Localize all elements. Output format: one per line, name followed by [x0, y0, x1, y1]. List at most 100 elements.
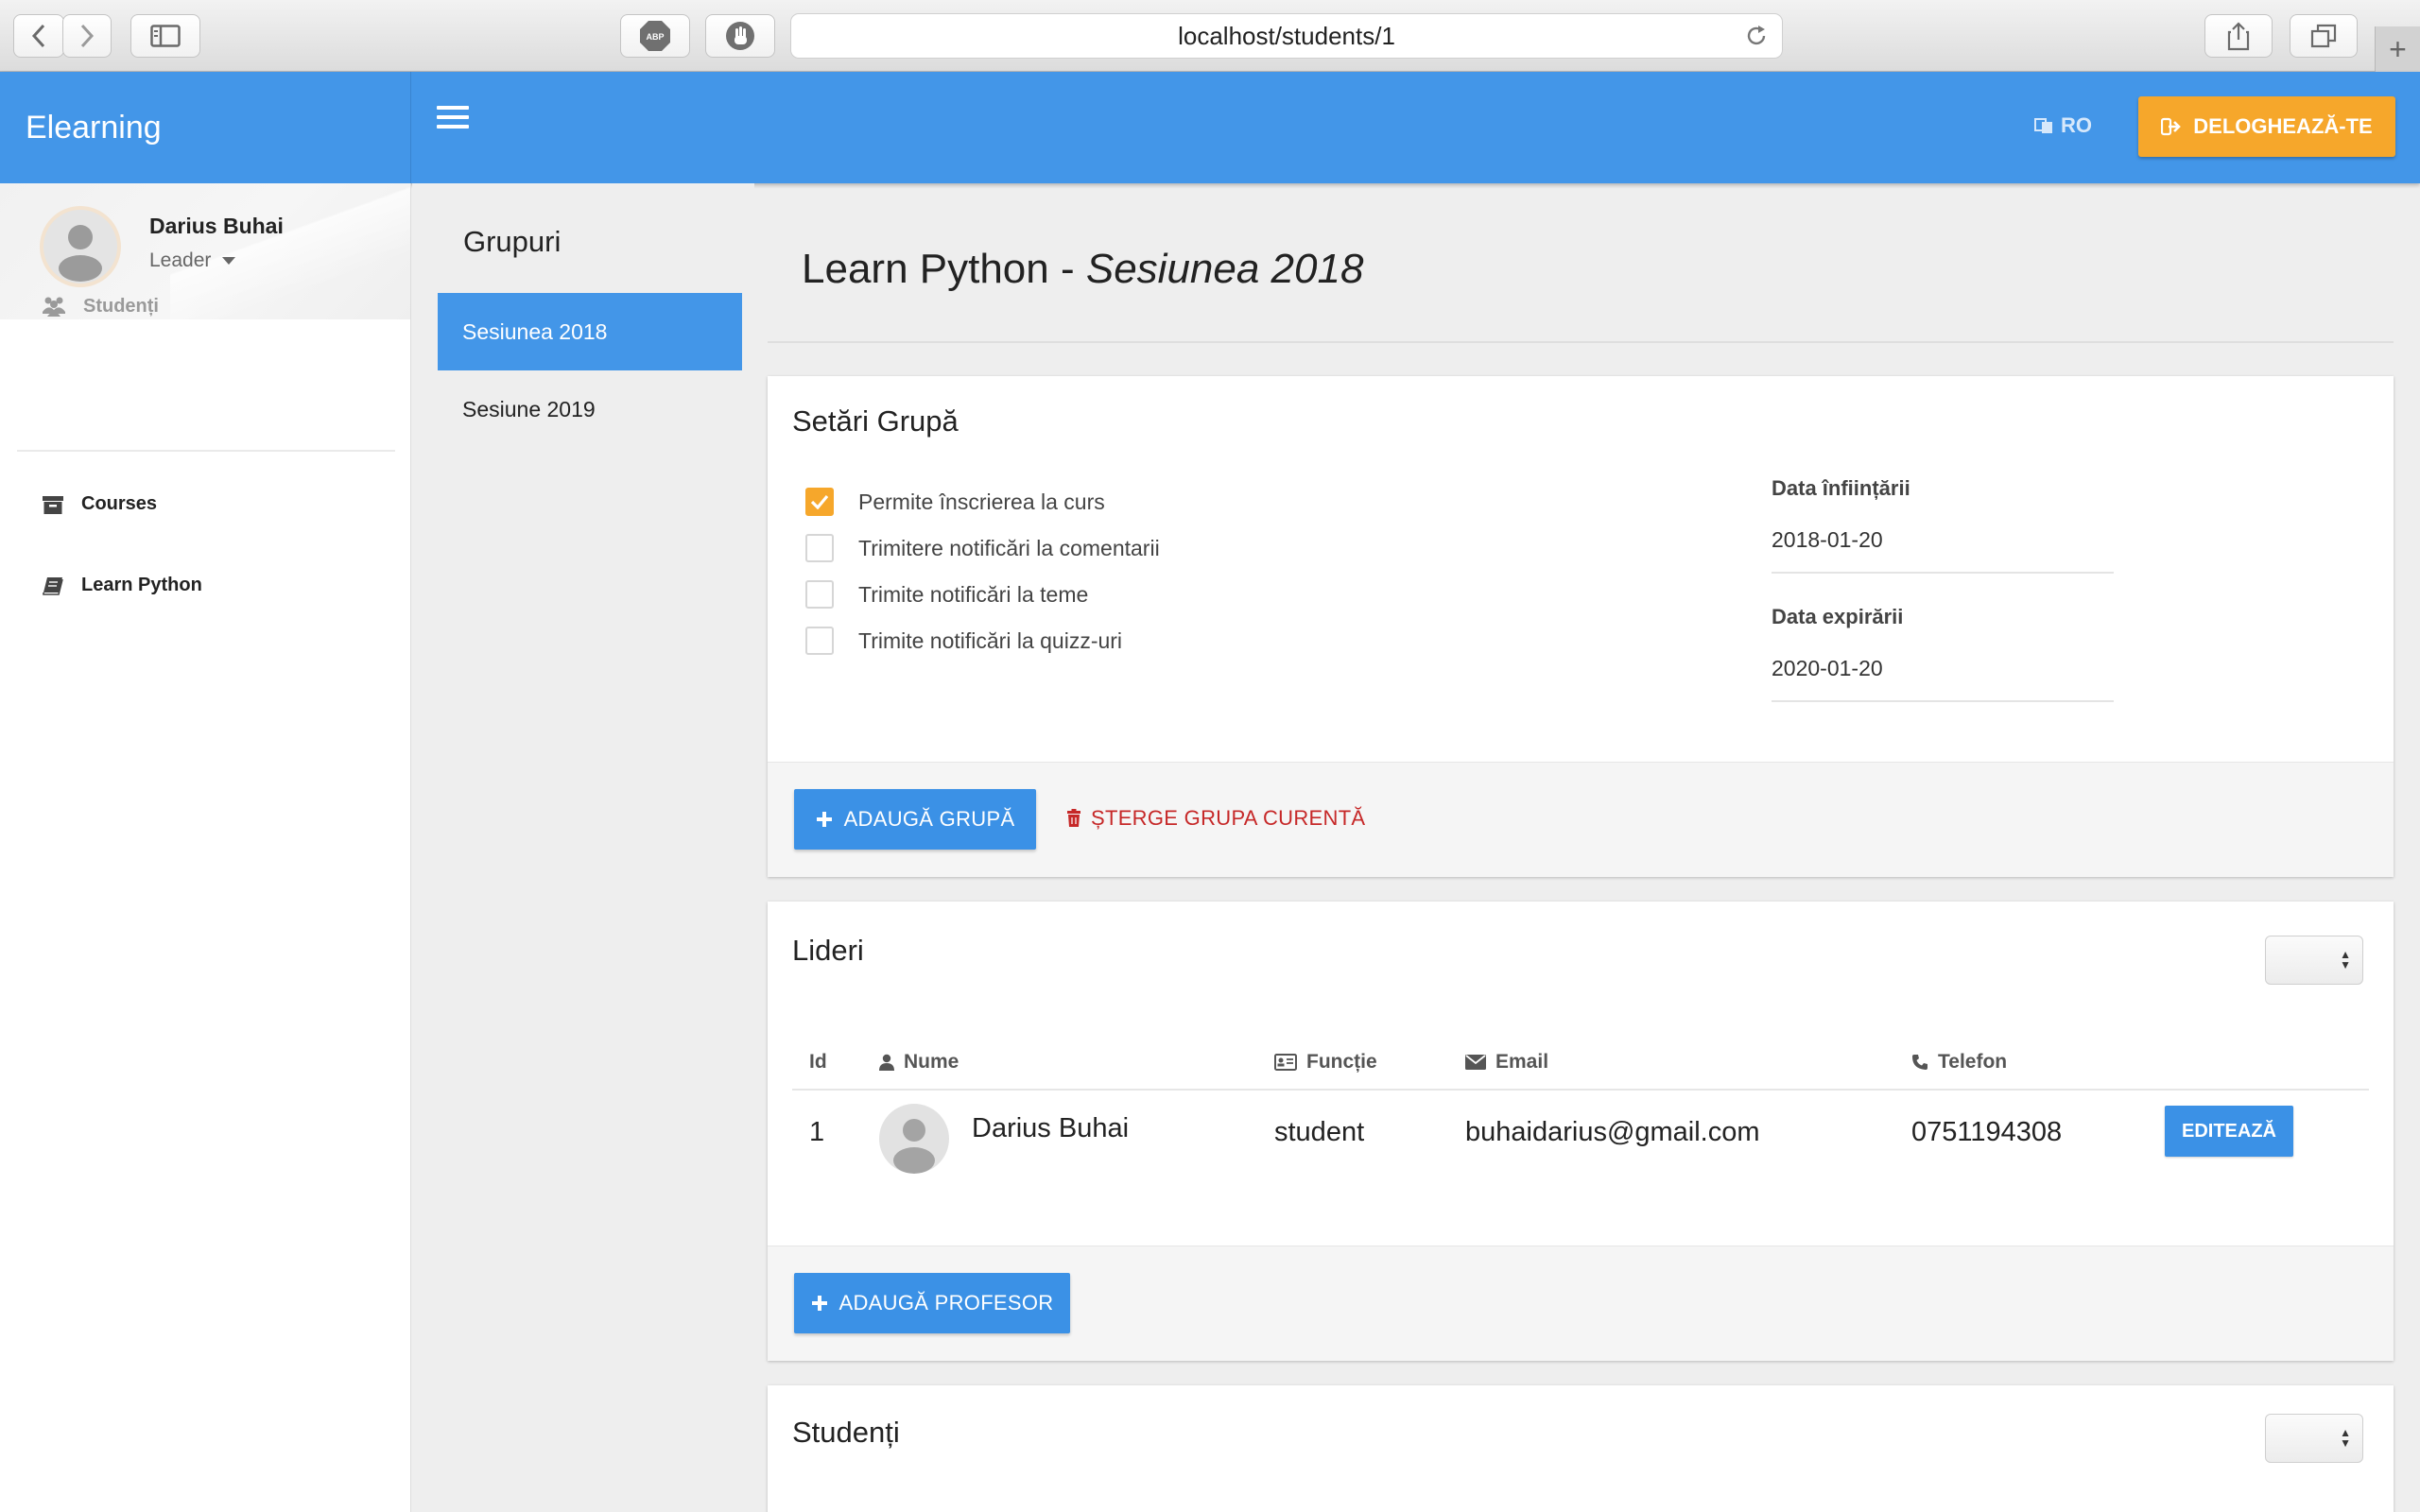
- leaders-select[interactable]: ▲ ▼: [2265, 936, 2363, 985]
- checkbox[interactable]: [805, 627, 834, 655]
- table-header-divider: [792, 1089, 2369, 1091]
- expiry-date-label: Data expirării: [1772, 605, 1904, 628]
- expiry-date-field[interactable]: 2020-01-20: [1772, 656, 2114, 702]
- column-label: Funcție: [1306, 1051, 1377, 1073]
- add-group-label: ADAUGĂ GRUPĂ: [843, 807, 1015, 831]
- column-label: Telefon: [1938, 1051, 2008, 1073]
- sidebar-item-label: Learn Python: [81, 575, 202, 595]
- user-silhouette-icon: [893, 1119, 935, 1174]
- sidebar-item-learn-python[interactable]: Learn Python: [42, 575, 202, 596]
- id-card-icon: [1274, 1054, 1297, 1071]
- settings-title: Setări Grupă: [792, 404, 959, 438]
- reload-icon[interactable]: [1744, 24, 1769, 48]
- select-arrows-icon: ▲ ▼: [2340, 948, 2351, 971]
- plus-icon: +: [2389, 31, 2407, 66]
- settings-footer: ADAUGĂ GRUPĂ ȘTERGE GRUPA CURENTĂ: [768, 762, 2394, 877]
- select-arrows-icon: ▲ ▼: [2340, 1426, 2351, 1450]
- sidebar-item-label: Courses: [81, 493, 158, 514]
- caret-down-icon: [222, 257, 236, 265]
- add-teacher-label: ADAUGĂ PROFESOR: [838, 1291, 1054, 1314]
- sidebar: Darius Buhai Leader Studenți Courses Lea…: [0, 183, 411, 1512]
- students-card: Studenți ▲ ▼: [768, 1385, 2394, 1512]
- adblock-icon: ABP: [640, 21, 670, 51]
- back-button[interactable]: [13, 14, 64, 58]
- forward-button[interactable]: [62, 14, 112, 58]
- share-icon: [2227, 22, 2250, 51]
- option-homework-notifications[interactable]: Trimite notificări la teme: [805, 580, 1088, 609]
- add-teacher-button[interactable]: ADAUGĂ PROFESOR: [794, 1273, 1070, 1333]
- users-icon: [43, 297, 65, 317]
- phone-icon: [1912, 1055, 1927, 1070]
- logout-button[interactable]: DELOGHEAZĂ-TE: [2138, 96, 2395, 157]
- cell-role: student: [1274, 1117, 1365, 1147]
- new-tab-button[interactable]: +: [2375, 26, 2420, 72]
- group-item-label: Sesiunea 2018: [462, 318, 608, 344]
- page-title-course: Learn Python -: [802, 246, 1086, 292]
- option-label: Permite înscrierea la curs: [858, 489, 1105, 514]
- group-settings-card: Setări Grupă Permite înscrierea la curs …: [768, 376, 2394, 877]
- logout-label: DELOGHEAZĂ-TE: [2193, 114, 2373, 138]
- checkbox-checked[interactable]: [805, 488, 834, 516]
- page-title: Learn Python - Sesiunea 2018: [802, 246, 1363, 293]
- delete-group-button[interactable]: ȘTERGE GRUPA CURENTĂ: [1066, 806, 1365, 831]
- students-select[interactable]: ▲ ▼: [2265, 1414, 2363, 1463]
- tabs-overview-button[interactable]: [2290, 14, 2358, 58]
- language-switcher[interactable]: RO: [2034, 113, 2092, 138]
- column-role: Funcție: [1274, 1051, 1377, 1074]
- sidebar-toggle-button[interactable]: [130, 14, 200, 58]
- column-label: Id: [809, 1051, 827, 1073]
- language-label: RO: [2061, 113, 2092, 137]
- checkbox[interactable]: [805, 580, 834, 609]
- hand-stop-icon: [726, 22, 754, 50]
- created-date-field[interactable]: 2018-01-20: [1772, 527, 2114, 574]
- edit-button[interactable]: EDITEAZĂ: [2165, 1106, 2293, 1157]
- archive-icon: [43, 495, 63, 514]
- plus-icon: [811, 1296, 827, 1311]
- column-label: Email: [1495, 1051, 1549, 1073]
- group-item-sesiune-2019[interactable]: Sesiune 2019: [438, 370, 742, 448]
- option-comment-notifications[interactable]: Trimitere notificări la comentarii: [805, 534, 1160, 562]
- cell-id: 1: [809, 1117, 825, 1147]
- students-title: Studenți: [792, 1416, 900, 1449]
- user-role-label: Leader: [149, 249, 212, 271]
- address-bar[interactable]: localhost/students/1: [790, 13, 1783, 59]
- share-button[interactable]: [2204, 14, 2273, 58]
- option-quiz-notifications[interactable]: Trimite notificări la quizz-uri: [805, 627, 1122, 655]
- column-name: Nume: [879, 1051, 959, 1074]
- user-role-dropdown[interactable]: Leader: [149, 249, 236, 272]
- privacy-extension-button[interactable]: [705, 14, 775, 58]
- created-date-label: Data înființării: [1772, 476, 1910, 500]
- sidebar-icon: [150, 25, 181, 47]
- user-icon: [879, 1054, 894, 1071]
- column-phone: Telefon: [1911, 1051, 2007, 1074]
- menu-toggle-icon[interactable]: [437, 106, 469, 134]
- user-name: Darius Buhai: [149, 214, 284, 238]
- checkbox[interactable]: [805, 534, 834, 562]
- svg-text:ABP: ABP: [646, 32, 664, 42]
- column-email: Email: [1465, 1051, 1548, 1074]
- tabs-icon: [2310, 24, 2337, 48]
- sidebar-divider: [17, 450, 395, 452]
- option-label: Trimitere notificări la comentarii: [858, 535, 1160, 560]
- sidebar-item-courses[interactable]: Courses: [42, 493, 157, 515]
- adblock-button[interactable]: ABP: [620, 14, 690, 58]
- sign-out-icon: [2161, 117, 2182, 136]
- main-content: Learn Python - Sesiunea 2018 Setări Grup…: [754, 183, 2420, 1512]
- avatar[interactable]: [40, 206, 121, 287]
- browser-toolbar: ABP localhost/students/1 +: [0, 0, 2420, 72]
- option-label: Trimite notificări la teme: [858, 581, 1089, 607]
- sidebar-item-students[interactable]: Studenți: [42, 295, 159, 318]
- book-icon: [43, 576, 63, 595]
- groups-title: Grupuri: [463, 225, 562, 258]
- brand-logo[interactable]: Elearning: [0, 72, 411, 183]
- trash-icon: [1067, 809, 1080, 827]
- leaders-card: Lideri ▲ ▼ Id Nume Funcție Email Telefon …: [768, 902, 2394, 1361]
- plus-icon: [816, 812, 832, 827]
- add-group-button[interactable]: ADAUGĂ GRUPĂ: [794, 789, 1036, 850]
- leaders-footer: ADAUGĂ PROFESOR: [768, 1246, 2394, 1361]
- group-item-sesiunea-2018[interactable]: Sesiunea 2018: [438, 293, 742, 370]
- sidebar-item-label: Studenți: [83, 295, 159, 317]
- cell-phone: 0751194308: [1911, 1117, 2063, 1147]
- option-allow-enrollment[interactable]: Permite înscrierea la curs: [805, 488, 1105, 516]
- url-text: localhost/students/1: [1178, 21, 1395, 50]
